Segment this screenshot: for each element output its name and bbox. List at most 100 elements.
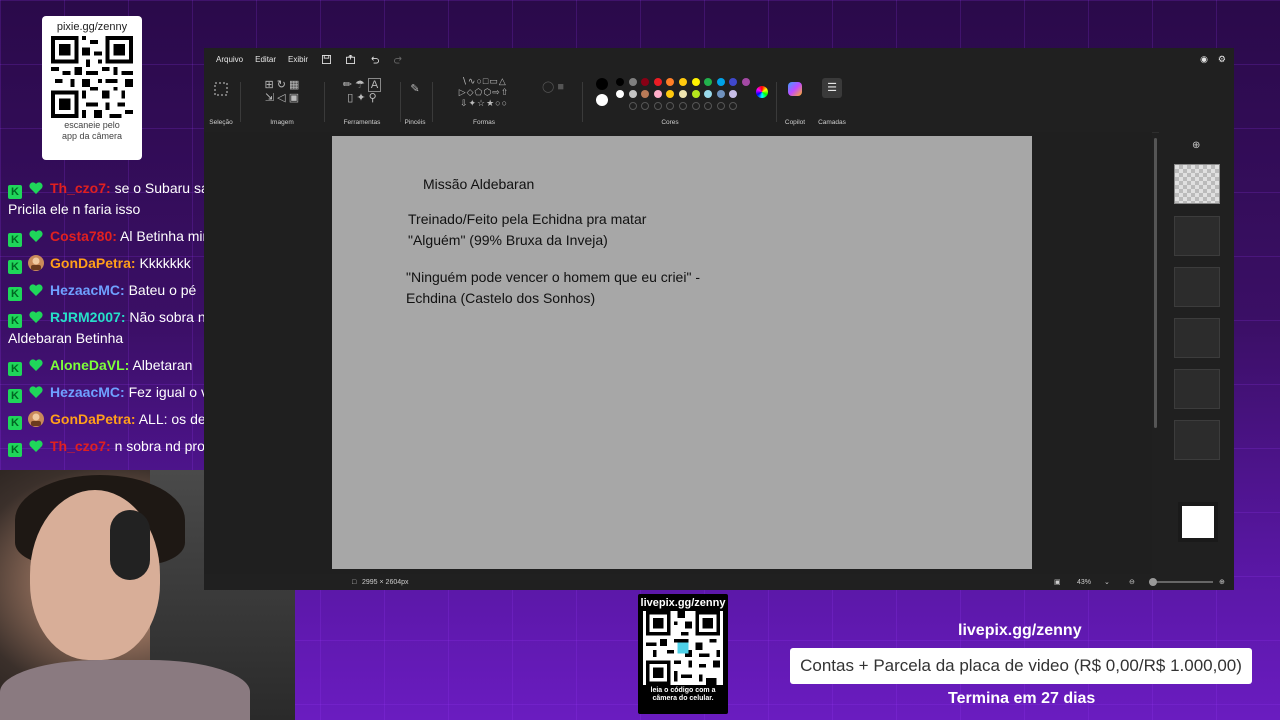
menu-edit[interactable]: Editar: [249, 55, 282, 64]
pixie-caption: escaneie pelo app da câmera: [61, 120, 123, 141]
kick-badge-icon: K: [8, 260, 22, 274]
status-bar: □ 2995 × 2604px ▣ 43% ⌄ ⊖ ⊕: [204, 574, 1234, 590]
empty-custom-swatch[interactable]: [653, 102, 662, 110]
palette-swatch[interactable]: [616, 90, 624, 98]
livepix-qr-caption: leia o código com a câmera do celular.: [650, 687, 716, 702]
kick-badge-icon: K: [8, 416, 22, 430]
palette-swatch[interactable]: [704, 78, 713, 86]
layer-thumb-6[interactable]: [1174, 420, 1220, 460]
palette-swatch[interactable]: [653, 90, 662, 98]
zoom-level[interactable]: 43%: [1077, 579, 1091, 586]
chat-text: Kkkkkkk: [139, 255, 191, 271]
canvas-line-1: Treinado/Feito pela Echidna pra matar: [408, 211, 647, 227]
chat-username[interactable]: RJRM2007:: [50, 309, 125, 325]
layer-thumb-5[interactable]: [1174, 369, 1220, 409]
image-group[interactable]: ⊞ ↻ ▦ ⇲ ◁ ▣ Imagem: [246, 76, 318, 130]
tools-group[interactable]: ✏ ☂ A ▯ ✦ ⚲ Ferramentas: [330, 76, 394, 130]
empty-custom-swatch[interactable]: [704, 102, 713, 110]
palette-swatch[interactable]: [653, 78, 662, 86]
layers-button[interactable]: ☰ Camadas: [816, 76, 848, 130]
canvas-line-2: "Alguém" (99% Bruxa da Inveja): [408, 232, 608, 248]
palette-swatch[interactable]: [691, 78, 700, 86]
palette-swatch[interactable]: [641, 90, 650, 98]
chat-username[interactable]: Th_czo7:: [50, 438, 111, 454]
heart-badge-icon: [28, 438, 44, 454]
palette-swatch[interactable]: [691, 90, 700, 98]
chat-username[interactable]: AloneDaVL:: [50, 357, 129, 373]
zoom-in-icon[interactable]: ⊕: [1219, 578, 1225, 586]
canvas-title: Missão Aldebaran: [423, 176, 535, 192]
fit-view-icon[interactable]: ▣: [1054, 578, 1061, 586]
share-icon[interactable]: [344, 53, 356, 65]
colors-group[interactable]: Cores: [590, 76, 750, 130]
paint-window: Arquivo Editar Exibir ◉ ⚙ Seleção ⊞ ↻ ▦ …: [204, 48, 1234, 590]
chat-username[interactable]: Costa780:: [50, 228, 117, 244]
copilot-button[interactable]: Copilot: [780, 76, 810, 130]
empty-custom-swatch[interactable]: [716, 102, 725, 110]
palette-swatch[interactable]: [729, 78, 738, 86]
background-layer-thumb[interactable]: [1178, 502, 1218, 542]
palette-swatch[interactable]: [666, 90, 675, 98]
empty-custom-swatch[interactable]: [679, 102, 687, 110]
redo-icon[interactable]: [392, 53, 404, 65]
zoom-out-icon[interactable]: ⊖: [1129, 578, 1135, 586]
chat-username[interactable]: GonDaPetra:: [50, 411, 136, 427]
account-icon[interactable]: ◉: [1200, 54, 1208, 65]
heart-badge-icon: [28, 309, 44, 325]
empty-custom-swatch[interactable]: [641, 102, 650, 110]
secondary-color-swatch[interactable]: [596, 94, 608, 106]
empty-custom-swatch[interactable]: [666, 102, 675, 110]
palette-swatch[interactable]: [628, 78, 637, 86]
chat-username[interactable]: Th_czo7:: [50, 180, 111, 196]
select-rect-icon: [214, 82, 228, 96]
layer-thumb-4[interactable]: [1174, 318, 1220, 358]
palette-swatch[interactable]: [679, 78, 687, 86]
heart-badge-icon: [28, 384, 44, 400]
empty-custom-swatch[interactable]: [729, 102, 738, 110]
canvas-line-4: Echdina (Castelo dos Sonhos): [406, 290, 596, 306]
palette-swatch[interactable]: [742, 78, 750, 86]
brushes-group[interactable]: ✎ Pincéis: [404, 76, 426, 130]
palette-swatch[interactable]: [716, 90, 725, 98]
layer-thumb-2[interactable]: [1174, 216, 1220, 256]
edit-colors-button[interactable]: [756, 76, 772, 130]
palette-swatch[interactable]: [666, 78, 675, 86]
livepix-url: livepix.gg/zenny: [958, 622, 1082, 639]
vertical-scrollbar[interactable]: [1154, 132, 1158, 574]
save-icon[interactable]: [320, 53, 332, 65]
settings-gear-icon[interactable]: ⚙: [1218, 54, 1226, 65]
zoom-slider[interactable]: [1149, 578, 1213, 586]
layer-thumb-1[interactable]: [1174, 164, 1220, 204]
palette-swatch[interactable]: [704, 90, 713, 98]
shapes-group[interactable]: ∖∿○□▭△ ▷◇⬠⬡⇨⇧ ⇩✦☆★○○ Formas: [438, 76, 530, 130]
menu-view[interactable]: Exibir: [282, 55, 314, 64]
layers-icon: ☰: [822, 78, 842, 98]
heart-badge-icon: [28, 228, 44, 244]
primary-color-swatch[interactable]: [596, 78, 608, 90]
empty-custom-swatch[interactable]: [628, 102, 637, 110]
empty-custom-swatch[interactable]: [691, 102, 700, 110]
chat-username[interactable]: GonDaPetra:: [50, 255, 136, 271]
chat-username[interactable]: HezaacMC:: [50, 384, 125, 400]
chat-username[interactable]: HezaacMC:: [50, 282, 125, 298]
color-wheel-icon: [756, 86, 768, 98]
zoom-dropdown-icon[interactable]: ⌄: [1104, 578, 1110, 586]
canvas-size-icon: □: [352, 578, 357, 586]
palette-swatch[interactable]: [616, 78, 624, 86]
selection-group[interactable]: Seleção: [208, 76, 234, 130]
add-layer-icon[interactable]: ⊕: [1192, 140, 1200, 151]
goal-remaining: Termina em 27 dias: [948, 690, 1096, 707]
eraser-picker-zoom-icons: ▯ ✦ ⚲: [347, 92, 377, 104]
undo-icon[interactable]: [368, 53, 380, 65]
palette-swatch[interactable]: [729, 90, 738, 98]
palette-swatch[interactable]: [716, 78, 725, 86]
outline-fill-options[interactable]: ◯ ■: [532, 76, 574, 130]
palette-swatch[interactable]: [679, 90, 687, 98]
layer-thumb-3[interactable]: [1174, 267, 1220, 307]
palette-swatch[interactable]: [641, 78, 650, 86]
drawing-canvas[interactable]: Missão Aldebaran Treinado/Feito pela Ech…: [332, 136, 1032, 569]
menu-bar: Arquivo Editar Exibir ◉ ⚙: [204, 48, 1234, 70]
ribbon-toolbar: Seleção ⊞ ↻ ▦ ⇲ ◁ ▣ Imagem ✏ ☂ A ▯ ✦ ⚲ F…: [204, 70, 1234, 133]
palette-swatch[interactable]: [628, 90, 637, 98]
menu-file[interactable]: Arquivo: [210, 55, 249, 64]
